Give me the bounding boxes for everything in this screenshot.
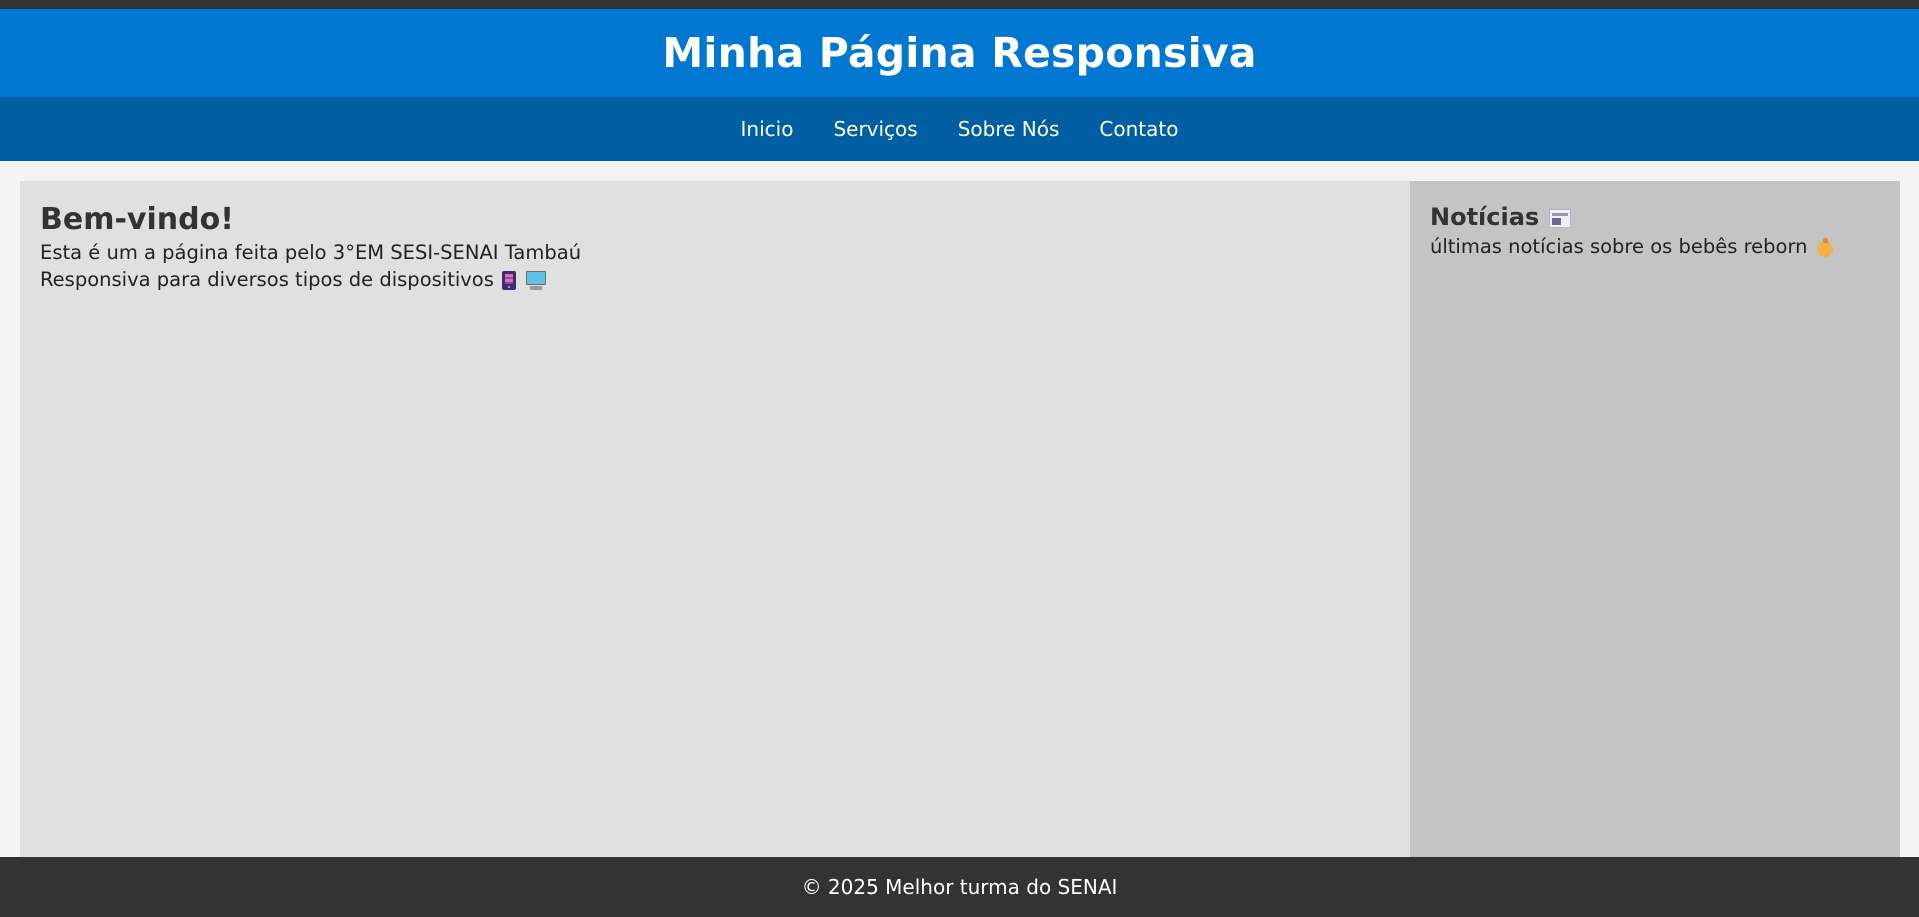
news-heading-line: Notícias	[1430, 201, 1880, 233]
tablet-icon	[501, 271, 516, 290]
nav-link-servicos[interactable]: Serviços	[833, 117, 917, 141]
responsive-text: Responsiva para diversos tipos de dispos…	[40, 268, 494, 291]
footer-text: © 2025 Melhor turma do SENAI	[801, 875, 1118, 899]
intro-text: Esta é um a página feita pelo 3°EM SESI-…	[40, 241, 582, 264]
top-border-strip	[0, 0, 1919, 9]
welcome-heading: Bem-vindo!	[40, 202, 234, 237]
main-content: Bem-vindo! Esta é um a página feita pelo…	[20, 181, 1410, 857]
news-sidebar: Notícias últimas notícias sobre os bebês…	[1410, 181, 1900, 857]
newspaper-icon	[1549, 208, 1572, 228]
nav-link-sobre-nos[interactable]: Sobre Nós	[958, 117, 1060, 141]
responsive-text-line: Responsiva para diversos tipos de dispos…	[40, 266, 1390, 293]
nav-link-contato[interactable]: Contato	[1099, 117, 1178, 141]
content-container: Bem-vindo! Esta é um a página feita pelo…	[20, 181, 1900, 857]
nav-link-inicio[interactable]: Inicio	[741, 117, 794, 141]
site-header: Minha Página Responsiva	[0, 9, 1919, 97]
news-text-line: últimas notícias sobre os bebês reborn	[1430, 233, 1880, 260]
baby-icon	[1816, 237, 1834, 258]
page-title: Minha Página Responsiva	[662, 29, 1257, 77]
main-navigation: Inicio Serviços Sobre Nós Contato	[0, 97, 1919, 161]
site-footer: © 2025 Melhor turma do SENAI	[0, 857, 1919, 917]
news-text: últimas notícias sobre os bebês reborn	[1430, 235, 1808, 258]
news-heading: Notícias	[1430, 203, 1540, 231]
desktop-computer-icon	[525, 270, 546, 291]
